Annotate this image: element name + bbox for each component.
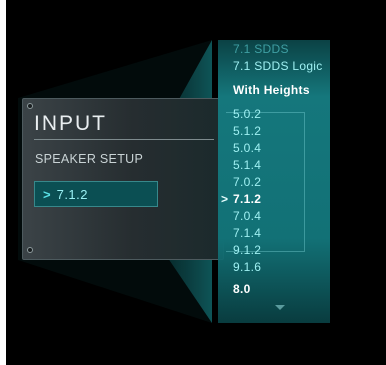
divider — [34, 139, 214, 140]
screw-icon — [27, 103, 33, 109]
speaker-setup-value: 7.1.2 — [56, 186, 89, 202]
chevron-right-icon: > — [43, 186, 51, 202]
option-7-1-2[interactable]: 7.1.2 — [233, 192, 261, 206]
option-7-1-4[interactable]: 7.1.4 — [233, 226, 261, 240]
option-9-1-2[interactable]: 9.1.2 — [233, 243, 261, 257]
panel-title: INPUT — [34, 112, 107, 135]
option-7-0-4[interactable]: 7.0.4 — [233, 209, 261, 223]
group-header-with-heights: With Heights — [233, 83, 310, 97]
input-panel: INPUT SPEAKER SETUP > 7.1.2 — [22, 98, 224, 260]
speaker-setup-label: SPEAKER SETUP — [35, 152, 144, 166]
option-7-1-sdds-logic[interactable]: 7.1 SDDS Logic — [233, 59, 323, 73]
option-5-1-2[interactable]: 5.1.2 — [233, 124, 261, 138]
screen: INPUT SPEAKER SETUP > 7.1.2 7.1 SDDS 7.1… — [6, 0, 386, 365]
option-5-0-4[interactable]: 5.0.4 — [233, 141, 261, 155]
speaker-setup-select[interactable]: > 7.1.2 — [34, 181, 158, 207]
option-7-0-2[interactable]: 7.0.2 — [233, 175, 261, 189]
option-7-1-sdds[interactable]: 7.1 SDDS — [233, 42, 289, 56]
option-5-1-4[interactable]: 5.1.4 — [233, 158, 261, 172]
option-8-0[interactable]: 8.0 — [233, 282, 251, 296]
chevron-down-icon[interactable] — [275, 305, 285, 310]
speaker-setup-dropdown[interactable]: 7.1 SDDS 7.1 SDDS Logic With Heights 5.0… — [218, 40, 330, 323]
option-9-1-6[interactable]: 9.1.6 — [233, 260, 261, 274]
screw-icon — [27, 247, 33, 253]
option-5-0-2[interactable]: 5.0.2 — [233, 107, 261, 121]
chevron-right-icon: > — [221, 192, 229, 206]
